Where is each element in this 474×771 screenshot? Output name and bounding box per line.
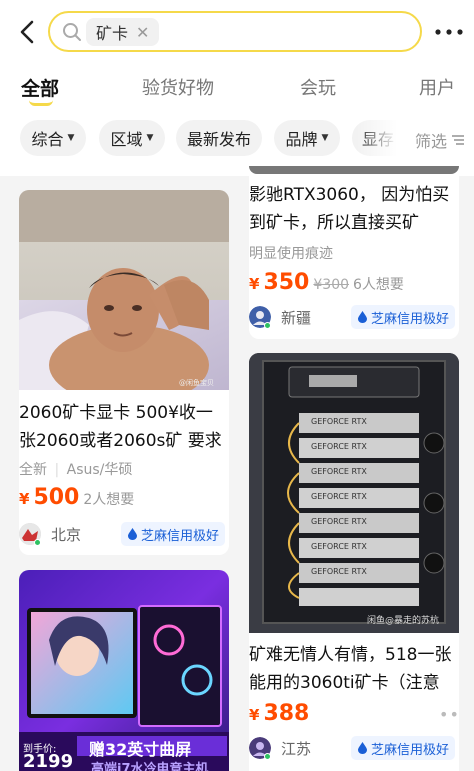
seller-location: 新疆 [281, 309, 312, 327]
tab-verified-goods[interactable]: 验货好物 [142, 74, 214, 100]
product-title-line: 2060矿卡显卡 500¥收一 [19, 403, 213, 423]
price-row: ¥ 500 2人想要 [19, 485, 134, 510]
product-title-line: 能用的3060ti矿卡（注意 [249, 673, 440, 693]
gpu-label: GEFORCE RTX [311, 517, 367, 526]
filter-brand[interactable]: 品牌 ▼ [274, 120, 340, 156]
online-dot [264, 753, 271, 760]
product-subtitle: 明显使用痕迹 [249, 246, 333, 262]
product-title-line: 张2060或者2060s矿 要求 [19, 431, 222, 451]
credit-badge: 芝麻信用极好 [121, 522, 226, 546]
search-query-chip[interactable]: 矿卡 ✕ [86, 18, 160, 46]
more-options-icon[interactable]: ••• [439, 705, 459, 724]
online-dot [264, 322, 271, 329]
search-icon [63, 23, 81, 41]
promo-subline: 高端i7水冷电竞主机 [91, 762, 209, 771]
original-price: ¥300 [313, 277, 350, 293]
header: 矿卡 ✕ 全部 验货好物 会玩 用户 综合▼ 区域▼ 最新发布 品牌▼ 显存 筛… [0, 0, 474, 176]
filter-lines-icon [452, 135, 465, 145]
caret-down-icon: ▼ [146, 133, 154, 143]
product-title-line: 影驰RTX3060， 因为怕买 [249, 185, 450, 205]
product-photo-cropped [249, 166, 459, 174]
gpu-label: GEFORCE RTX [311, 442, 367, 451]
filter-newest[interactable]: 最新发布 [176, 120, 262, 156]
currency-symbol: ¥ [249, 706, 260, 724]
filter-screen-button[interactable]: 筛选 [415, 128, 465, 152]
online-dot [34, 539, 41, 546]
promo-headline: 赠32英寸曲屏 [89, 740, 192, 759]
credit-badge: 芝麻信用极好 [351, 305, 456, 329]
back-arrow-icon[interactable] [14, 18, 42, 46]
filter-screen-label: 筛选 [415, 132, 448, 151]
photo-watermark: 闲鱼@暴走的苏杭 [367, 616, 440, 626]
product-photo-man: @闲鱼宝贝 [19, 190, 229, 390]
credit-text: 芝麻信用极好 [371, 311, 450, 327]
want-count: 6人想要 [353, 277, 404, 293]
search-query-text: 矿卡 [96, 24, 129, 43]
tab-all[interactable]: 全部 [21, 74, 59, 101]
tab-fun[interactable]: 会玩 [300, 74, 336, 100]
product-card-rtx3060[interactable]: 影驰RTX3060， 因为怕买 到矿卡，所以直接买矿 明显使用痕迹 ¥ 350 … [249, 166, 459, 339]
gpu-label: GEFORCE RTX [311, 567, 367, 576]
product-card-3060ti[interactable]: GEFORCE RTX GEFORCE RTX GEFORCE RTX GEFO… [249, 353, 459, 771]
partial-card-top-left[interactable]: ⋯ [19, 166, 229, 174]
condition-tag: 全新 [19, 462, 47, 478]
promo-banner-image: 到手价: 2199 赠32英寸曲屏 高端i7水冷电竞主机 [19, 570, 229, 771]
product-photo-mining-rig: GEFORCE RTX GEFORCE RTX GEFORCE RTX GEFO… [249, 353, 459, 633]
zhima-drop-icon [128, 528, 137, 540]
currency-symbol: ¥ [249, 275, 260, 293]
filter-region[interactable]: 区域 ▼ [99, 120, 165, 156]
zhima-drop-icon [358, 311, 367, 323]
product-title: 影驰RTX3060， 因为怕买 到矿卡，所以直接买矿 [249, 181, 459, 237]
ellipsis-icon: ⋯ [19, 166, 36, 173]
tab-bar: 全部 验货好物 会玩 用户 [0, 70, 474, 110]
active-tab-indicator [29, 100, 53, 106]
gpu-label: GEFORCE RTX [311, 542, 367, 551]
price-row: ¥ 350 ¥300 6人想要 [249, 270, 404, 295]
filter-brand-label: 品牌 [285, 130, 318, 149]
product-card-pc-promo[interactable]: 到手价: 2199 赠32英寸曲屏 高端i7水冷电竞主机 [19, 570, 229, 771]
gpu-label: GEFORCE RTX [311, 492, 367, 501]
price-row: ¥ 388 [249, 701, 309, 726]
more-options-icon[interactable] [433, 22, 465, 42]
gpu-label: GEFORCE RTX [311, 417, 367, 426]
filter-region-label: 区域 [110, 130, 143, 149]
currency-symbol: ¥ [19, 490, 30, 508]
gpu-label: GEFORCE RTX [311, 467, 367, 476]
tab-users[interactable]: 用户 [419, 74, 455, 100]
product-card-2060[interactable]: @闲鱼宝贝 2060矿卡显卡 500¥收一 张2060或者2060s矿 要求 全… [19, 190, 229, 555]
product-title-line: 到矿卡，所以直接买矿 [249, 213, 419, 233]
zhima-drop-icon [358, 742, 367, 754]
product-tags: 全新 | Asus/华硕 [19, 462, 133, 478]
want-count: 2人想要 [83, 492, 135, 508]
photo-watermark: @闲鱼宝贝 [179, 379, 214, 387]
filter-newest-label: 最新发布 [186, 130, 251, 149]
brand-tag: Asus/华硕 [66, 462, 133, 478]
caret-down-icon: ▼ [321, 133, 329, 143]
price-value: 500 [33, 485, 80, 510]
product-title: 2060矿卡显卡 500¥收一 张2060或者2060s矿 要求 [19, 399, 229, 455]
credit-text: 芝麻信用极好 [371, 742, 450, 758]
seller-location: 北京 [51, 526, 82, 544]
product-title-line: 矿难无情人有情，518一张 [249, 645, 452, 665]
promo-price: 2199 [23, 751, 74, 771]
credit-text: 芝麻信用极好 [141, 528, 220, 544]
product-title: 矿难无情人有情，518一张 能用的3060ti矿卡（注意 [249, 641, 459, 697]
filter-sort[interactable]: 综合 ▼ [20, 120, 86, 156]
filter-sort-label: 综合 [31, 130, 64, 149]
seller-location: 江苏 [281, 740, 312, 758]
caret-down-icon: ▼ [67, 133, 75, 143]
credit-badge: 芝麻信用极好 [351, 736, 456, 760]
price-value: 388 [263, 701, 310, 726]
price-value: 350 [263, 270, 310, 295]
close-icon[interactable]: ✕ [136, 23, 149, 42]
